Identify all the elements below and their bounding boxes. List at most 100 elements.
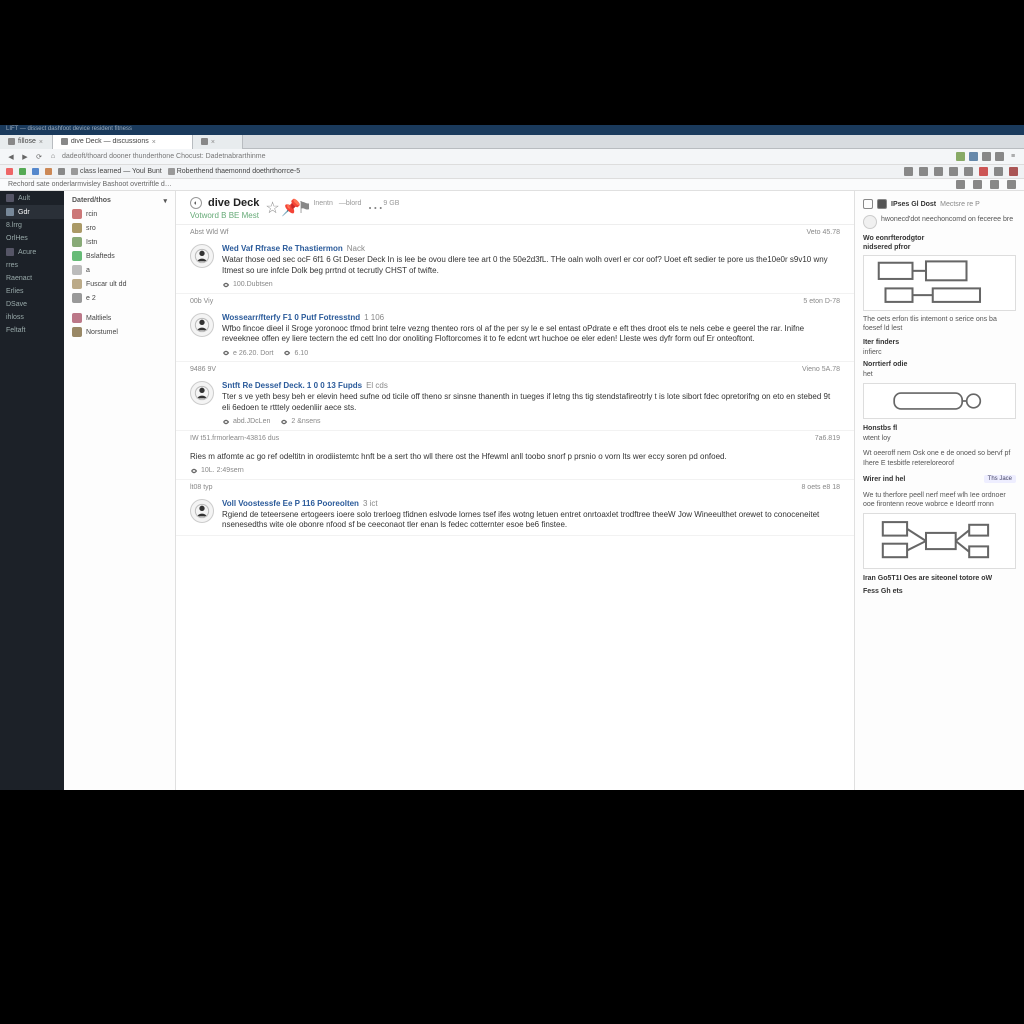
- browser-tab[interactable]: fillose ×: [0, 135, 53, 149]
- channel-label: a: [86, 267, 90, 274]
- channel-item[interactable]: sro: [66, 221, 173, 235]
- rail-item[interactable]: Raenact: [0, 272, 64, 285]
- rail-item[interactable]: rres: [0, 259, 64, 272]
- card-thumb-icon: [863, 215, 877, 229]
- rail-label: Acure: [18, 249, 36, 256]
- back-icon[interactable]: ◀: [6, 152, 16, 162]
- channel-label: Bslafteds: [86, 253, 115, 260]
- menu-icon[interactable]: ≡: [1008, 152, 1018, 162]
- window-titlebar: LIFT — dissect dashfoot device resident …: [0, 125, 1024, 135]
- pin-icon[interactable]: 📌: [281, 198, 291, 208]
- right-sidebar: IPses Gl Dost Mectsre re P hwonecd'dot n…: [854, 191, 1024, 790]
- diagram-thumbnail[interactable]: [863, 383, 1016, 419]
- extension-icon[interactable]: [956, 152, 965, 161]
- post-meta-left: IW t51.frmorlearn-43816 dus: [190, 435, 279, 442]
- rail-item[interactable]: 8.lrrg: [0, 219, 64, 232]
- post-action[interactable]: abd.JDcLen: [222, 418, 270, 426]
- close-icon[interactable]: ×: [211, 139, 216, 144]
- action-icon[interactable]: [990, 180, 999, 189]
- post-tag: 1 106: [364, 313, 384, 322]
- rail-item[interactable]: ihloss: [0, 311, 64, 324]
- rail-item[interactable]: OrlHes: [0, 232, 64, 245]
- channel-section-header[interactable]: Daterd/thos ▾: [66, 195, 173, 207]
- post-action[interactable]: 10L. 2:49sern: [190, 467, 244, 475]
- channel-item[interactable]: rcin: [66, 207, 173, 221]
- bookmark[interactable]: [19, 168, 26, 175]
- rail-item[interactable]: Acure: [0, 245, 64, 259]
- bookmark[interactable]: class learned — Youl Bunt: [71, 168, 162, 175]
- post-text: Wfbo fincoe dieel il Sroge yoronooc tfmo…: [222, 324, 840, 346]
- channel-item[interactable]: Norstumel: [66, 325, 173, 339]
- channel-item[interactable]: Maltliels: [66, 311, 173, 325]
- post-action[interactable]: 2 &nsens: [280, 418, 320, 426]
- rail-item[interactable]: DSave: [0, 298, 64, 311]
- post-author[interactable]: Wed Vaf Rfrase Re Thastiermon: [222, 244, 343, 253]
- toolbar-icon[interactable]: [904, 167, 913, 176]
- post-action[interactable]: 100.Dubtsen: [222, 281, 273, 289]
- extension-icon[interactable]: [995, 152, 1004, 161]
- diagram-thumbnail[interactable]: [863, 255, 1016, 311]
- action-icon[interactable]: [1007, 180, 1016, 189]
- channel-item[interactable]: e 2: [66, 291, 173, 305]
- action-icon[interactable]: [956, 180, 965, 189]
- rsb-heading: Norrtierf odie: [863, 361, 1016, 368]
- post-author[interactable]: Voll Voostessfe Ee P 116 Pooreolten: [222, 499, 359, 508]
- post-meta-right: 8 oets e8 18: [801, 484, 840, 491]
- rail-item[interactable]: Ault: [0, 191, 64, 205]
- post-meta-row: Abst Wld WfVeto 45.78: [176, 225, 854, 238]
- toolbar-icon[interactable]: [979, 167, 988, 176]
- channel-item[interactable]: Istn: [66, 235, 173, 249]
- bookmarks-bar: class learned — Youl Bunt Roberthend tha…: [0, 165, 1024, 179]
- rail-item[interactable]: Feltaft: [0, 324, 64, 337]
- extension-icon[interactable]: [982, 152, 991, 161]
- flag-icon[interactable]: ⚑: [297, 198, 307, 208]
- toolbar-icon[interactable]: [1009, 167, 1018, 176]
- action-icon[interactable]: [973, 180, 982, 189]
- post-author[interactable]: Sntft Re Dessef Deck. 1 0 0 13 Fupds: [222, 381, 362, 390]
- user-avatar[interactable]: [190, 499, 214, 523]
- channel-item[interactable]: a: [66, 263, 173, 277]
- toolbar-icon[interactable]: [964, 167, 973, 176]
- rsb-card[interactable]: hwonecd'dot neechoncomd on feceree bre: [863, 215, 1016, 229]
- toolbar-icon[interactable]: [949, 167, 958, 176]
- more-icon[interactable]: ⋯: [367, 198, 377, 208]
- toolbar-icon[interactable]: [994, 167, 1003, 176]
- rail-item[interactable]: Erlies: [0, 285, 64, 298]
- post-footer: 10L. 2:49sern: [190, 467, 840, 475]
- rail-item[interactable]: Gdr: [0, 205, 64, 219]
- post-footer: abd.JDcLen 2 &nsens: [222, 418, 840, 426]
- feed-header: ◐ dive Deck ☆ 📌 ⚑ Inentn —blord ⋯ 9 GB V…: [176, 191, 854, 225]
- toolbar-icon[interactable]: [934, 167, 943, 176]
- post-action[interactable]: 6.10: [283, 349, 308, 357]
- channel-item[interactable]: Bslafteds: [66, 249, 173, 263]
- rail-label: Gdr: [18, 209, 30, 216]
- browser-tab[interactable]: dive Deck — discussions ×: [53, 135, 193, 149]
- tab-favicon: [8, 138, 15, 145]
- post-author[interactable]: Wossearr/fterfy F1 0 Putf Fotresstnd: [222, 313, 360, 322]
- channel-avatar: [72, 223, 82, 233]
- user-avatar[interactable]: [190, 244, 214, 268]
- channel-item[interactable]: Fuscar ult dd: [66, 277, 173, 291]
- user-avatar[interactable]: [190, 313, 214, 337]
- diagram-thumbnail[interactable]: [863, 513, 1016, 569]
- reload-icon[interactable]: ⟳: [34, 152, 44, 162]
- post-action[interactable]: e 26.20. Dort: [222, 349, 273, 357]
- rsb-tag[interactable]: Ths Jace: [984, 475, 1016, 483]
- forward-icon[interactable]: ▶: [20, 152, 30, 162]
- user-avatar[interactable]: [190, 381, 214, 405]
- close-icon[interactable]: ×: [39, 139, 44, 144]
- bookmark[interactable]: [32, 168, 39, 175]
- toolbar-icon[interactable]: [919, 167, 928, 176]
- close-icon[interactable]: ×: [152, 139, 157, 144]
- bookmark[interactable]: [6, 168, 13, 175]
- bookmark[interactable]: Roberthend thaemonnd doethrthorrce-5: [168, 168, 300, 175]
- channel-avatar: [72, 313, 82, 323]
- browser-tab-strip: fillose × dive Deck — discussions × ×: [0, 135, 1024, 149]
- extension-icon[interactable]: [969, 152, 978, 161]
- star-icon[interactable]: ☆: [265, 198, 275, 208]
- home-icon[interactable]: ⌂: [48, 152, 58, 162]
- bookmark[interactable]: [45, 168, 52, 175]
- bookmark[interactable]: [58, 168, 65, 175]
- main-feed: ◐ dive Deck ☆ 📌 ⚑ Inentn —blord ⋯ 9 GB V…: [176, 191, 854, 790]
- browser-tab[interactable]: ×: [193, 135, 243, 149]
